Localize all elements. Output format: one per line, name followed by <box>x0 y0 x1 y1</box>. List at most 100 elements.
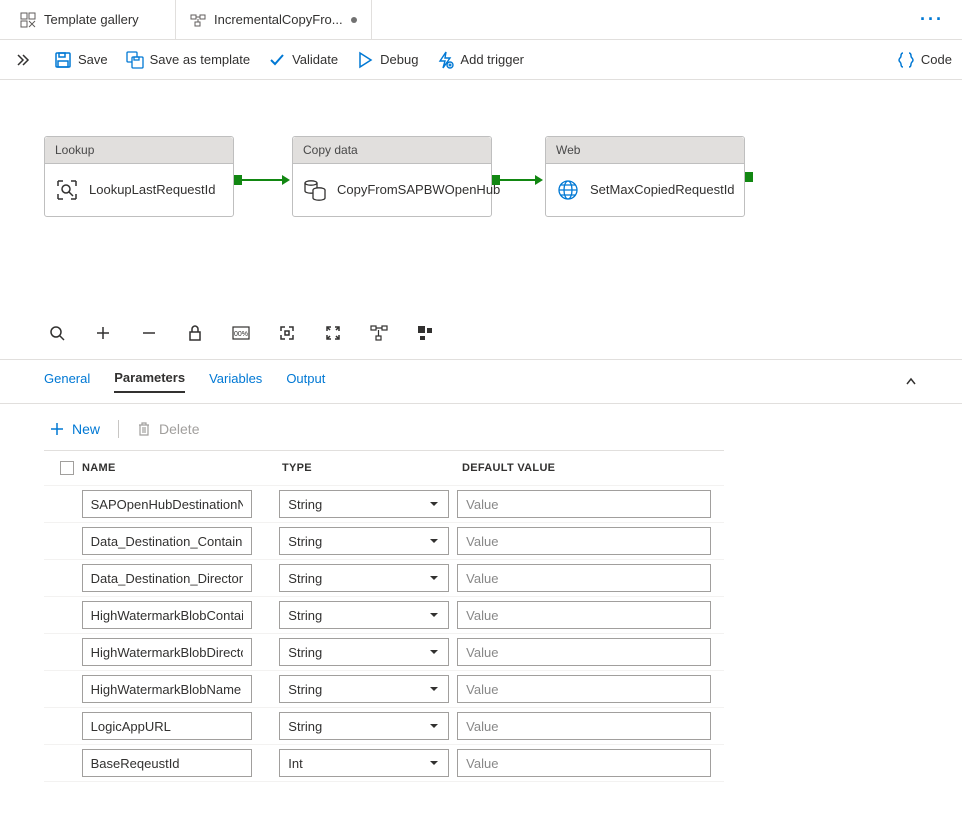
save-template-icon <box>126 51 144 69</box>
param-name-input[interactable] <box>82 712 252 740</box>
param-name-input[interactable] <box>82 527 252 555</box>
braces-icon <box>897 51 915 69</box>
expand-panel-icon[interactable] <box>10 49 36 71</box>
tab-output[interactable]: Output <box>286 371 325 392</box>
param-name-input[interactable] <box>82 490 252 518</box>
tab-pipeline[interactable]: IncrementalCopyFro... <box>176 0 372 39</box>
trigger-icon <box>436 51 454 69</box>
code-view-button[interactable]: Code <box>897 51 952 69</box>
copy-data-icon <box>303 178 327 202</box>
gallery-icon <box>20 12 36 28</box>
add-trigger-button[interactable]: Add trigger <box>436 51 524 69</box>
auto-layout-icon[interactable] <box>370 324 388 342</box>
web-icon <box>556 178 580 202</box>
fullscreen-icon[interactable] <box>324 324 342 342</box>
divider <box>118 420 119 438</box>
param-default-input[interactable] <box>457 527 711 555</box>
collapse-panel-icon[interactable] <box>904 375 918 389</box>
param-type-select[interactable] <box>279 638 449 666</box>
param-default-input[interactable] <box>457 601 711 629</box>
tab-label: Template gallery <box>44 12 139 27</box>
param-type-select[interactable] <box>279 712 449 740</box>
zoom-100-icon[interactable]: 00% <box>232 324 250 342</box>
delete-parameter-button[interactable]: Delete <box>137 421 199 437</box>
canvas-toolbar: 00% <box>0 313 434 353</box>
param-default-input[interactable] <box>457 490 711 518</box>
param-name-input[interactable] <box>82 675 252 703</box>
param-name-input[interactable] <box>82 564 252 592</box>
zoom-out-icon[interactable] <box>140 324 158 342</box>
tab-template-gallery[interactable]: Template gallery <box>6 0 176 39</box>
param-type-select[interactable] <box>279 490 449 518</box>
pipeline-canvas[interactable]: Lookup LookupLastRequestId Copy data Cop… <box>0 80 962 360</box>
param-type-select[interactable] <box>279 675 449 703</box>
param-default-input[interactable] <box>457 564 711 592</box>
save-button[interactable]: Save <box>54 51 108 69</box>
table-row <box>44 670 724 707</box>
param-type-select[interactable] <box>279 601 449 629</box>
validate-button[interactable]: Validate <box>268 51 338 69</box>
activity-type: Lookup <box>45 137 233 164</box>
param-default-input[interactable] <box>457 749 711 777</box>
save-as-template-button[interactable]: Save as template <box>126 51 250 69</box>
col-default: DEFAULT VALUE <box>462 462 712 474</box>
param-name-input[interactable] <box>82 638 252 666</box>
properties-tabs: General Parameters Variables Output <box>0 360 962 404</box>
zoom-in-icon[interactable] <box>94 324 112 342</box>
parameter-actions: New Delete <box>0 404 962 450</box>
col-type: TYPE <box>282 462 462 474</box>
lookup-icon <box>55 178 79 202</box>
activity-copy[interactable]: Copy data CopyFromSAPBWOpenHub <box>292 136 492 217</box>
table-row <box>44 633 724 670</box>
output-port[interactable] <box>745 172 753 182</box>
param-type-select[interactable] <box>279 564 449 592</box>
save-icon <box>54 51 72 69</box>
param-type-select[interactable] <box>279 749 449 777</box>
param-default-input[interactable] <box>457 712 711 740</box>
svg-text:00%: 00% <box>234 331 248 338</box>
activity-type: Copy data <box>293 137 491 164</box>
param-type-select[interactable] <box>279 527 449 555</box>
tab-label: IncrementalCopyFro... <box>214 12 343 27</box>
button-label: Save as template <box>150 52 250 67</box>
table-row <box>44 744 724 781</box>
tab-parameters[interactable]: Parameters <box>114 370 185 393</box>
activity-name: CopyFromSAPBWOpenHub <box>337 182 500 199</box>
button-label: Debug <box>380 52 418 67</box>
activity-type: Web <box>546 137 744 164</box>
table-row <box>44 596 724 633</box>
lock-icon[interactable] <box>186 324 204 342</box>
activity-name: SetMaxCopiedRequestId <box>590 182 735 199</box>
button-label: Code <box>921 52 952 67</box>
param-default-input[interactable] <box>457 675 711 703</box>
overflow-menu[interactable]: ··· <box>902 9 962 30</box>
button-label: Add trigger <box>460 52 524 67</box>
select-all-checkbox[interactable] <box>60 461 74 475</box>
play-icon <box>356 51 374 69</box>
param-default-input[interactable] <box>457 638 711 666</box>
activity-web[interactable]: Web SetMaxCopiedRequestId <box>545 136 745 217</box>
connector-2 <box>492 175 543 185</box>
col-name: NAME <box>82 462 282 474</box>
new-parameter-button[interactable]: New <box>50 421 100 437</box>
file-tabs: Template gallery IncrementalCopyFro... ·… <box>0 0 962 40</box>
fit-screen-icon[interactable] <box>278 324 296 342</box>
table-row <box>44 522 724 559</box>
table-row <box>44 485 724 522</box>
connector-1 <box>234 175 290 185</box>
tab-variables[interactable]: Variables <box>209 371 262 392</box>
tab-general[interactable]: General <box>44 371 90 392</box>
table-header: NAME TYPE DEFAULT VALUE <box>44 450 724 485</box>
debug-button[interactable]: Debug <box>356 51 418 69</box>
button-label: Save <box>78 52 108 67</box>
button-label: New <box>72 421 100 437</box>
activity-lookup[interactable]: Lookup LookupLastRequestId <box>44 136 234 217</box>
activity-name: LookupLastRequestId <box>89 182 215 199</box>
minimap-icon[interactable] <box>416 324 434 342</box>
parameters-table: NAME TYPE DEFAULT VALUE <box>44 450 724 782</box>
param-name-input[interactable] <box>82 601 252 629</box>
param-name-input[interactable] <box>82 749 252 777</box>
check-icon <box>268 51 286 69</box>
table-row <box>44 707 724 744</box>
zoom-search-icon[interactable] <box>48 324 66 342</box>
